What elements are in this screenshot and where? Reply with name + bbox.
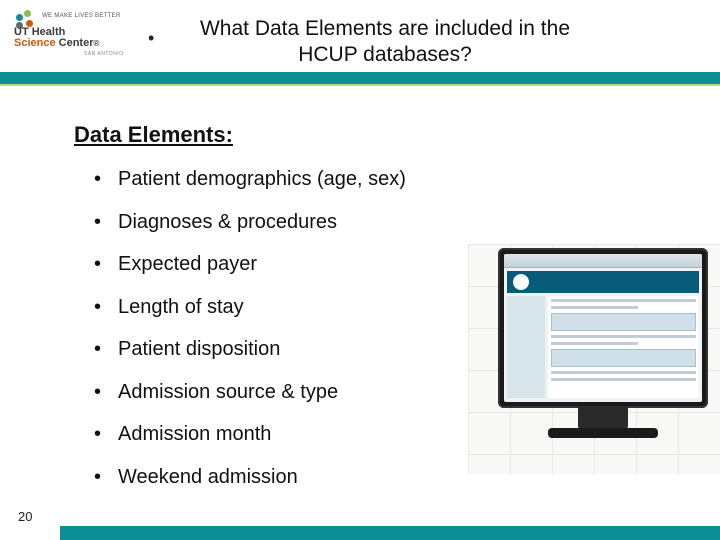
header: WE MAKE LIVES BETTER UT Health Science C… (0, 0, 720, 78)
logo-name-orange: Science (14, 37, 56, 49)
webpage-sidebar (507, 296, 545, 398)
logo-name: UT Health Science Center® (14, 27, 99, 49)
list-item: •Expected payer (94, 253, 454, 276)
list-item: •Length of stay (94, 296, 454, 319)
webpage-body (504, 293, 702, 401)
bullet-text: Length of stay (118, 296, 454, 319)
section-heading: Data Elements: (74, 122, 233, 148)
list-item: •Admission source & type (94, 381, 454, 404)
webpage-header (507, 271, 699, 293)
emblem-icon (513, 274, 529, 290)
browser-chrome (504, 254, 702, 268)
monitor-stand (578, 406, 628, 430)
list-item: •Patient disposition (94, 338, 454, 361)
list-item: •Admission month (94, 423, 454, 446)
webpage-main (548, 296, 699, 398)
stray-bullet-icon: • (148, 28, 154, 49)
footer-bar (60, 526, 720, 540)
bullet-text: Patient disposition (118, 338, 454, 361)
monitor-frame (498, 248, 708, 408)
bullet-text: Admission month (118, 423, 454, 446)
logo-tagline: WE MAKE LIVES BETTER (42, 12, 121, 19)
slide: WE MAKE LIVES BETTER UT Health Science C… (0, 0, 720, 540)
logo-campus: SAN ANTONIO (84, 51, 124, 57)
title-line-2: HCUP databases? (298, 43, 472, 66)
monitor-illustration (468, 244, 720, 474)
bullet-list: •Patient demographics (age, sex) •Diagno… (94, 168, 454, 508)
page-number: 20 (18, 509, 32, 524)
monitor-screen (504, 254, 702, 402)
list-item: •Weekend admission (94, 466, 454, 489)
bullet-text: Admission source & type (118, 381, 454, 404)
bullet-text: Diagnoses & procedures (118, 211, 454, 234)
slide-title: What Data Elements are included in the H… (170, 16, 600, 68)
header-divider-bar (0, 72, 720, 84)
bullet-text: Expected payer (118, 253, 454, 276)
list-item: •Diagnoses & procedures (94, 211, 454, 234)
monitor-base (548, 428, 658, 438)
bullet-text: Weekend admission (118, 466, 454, 489)
logo-name-rest: Center (56, 37, 94, 49)
bullet-text: Patient demographics (age, sex) (118, 168, 454, 191)
list-item: •Patient demographics (age, sex) (94, 168, 454, 191)
title-line-1: What Data Elements are included in the (200, 17, 570, 40)
